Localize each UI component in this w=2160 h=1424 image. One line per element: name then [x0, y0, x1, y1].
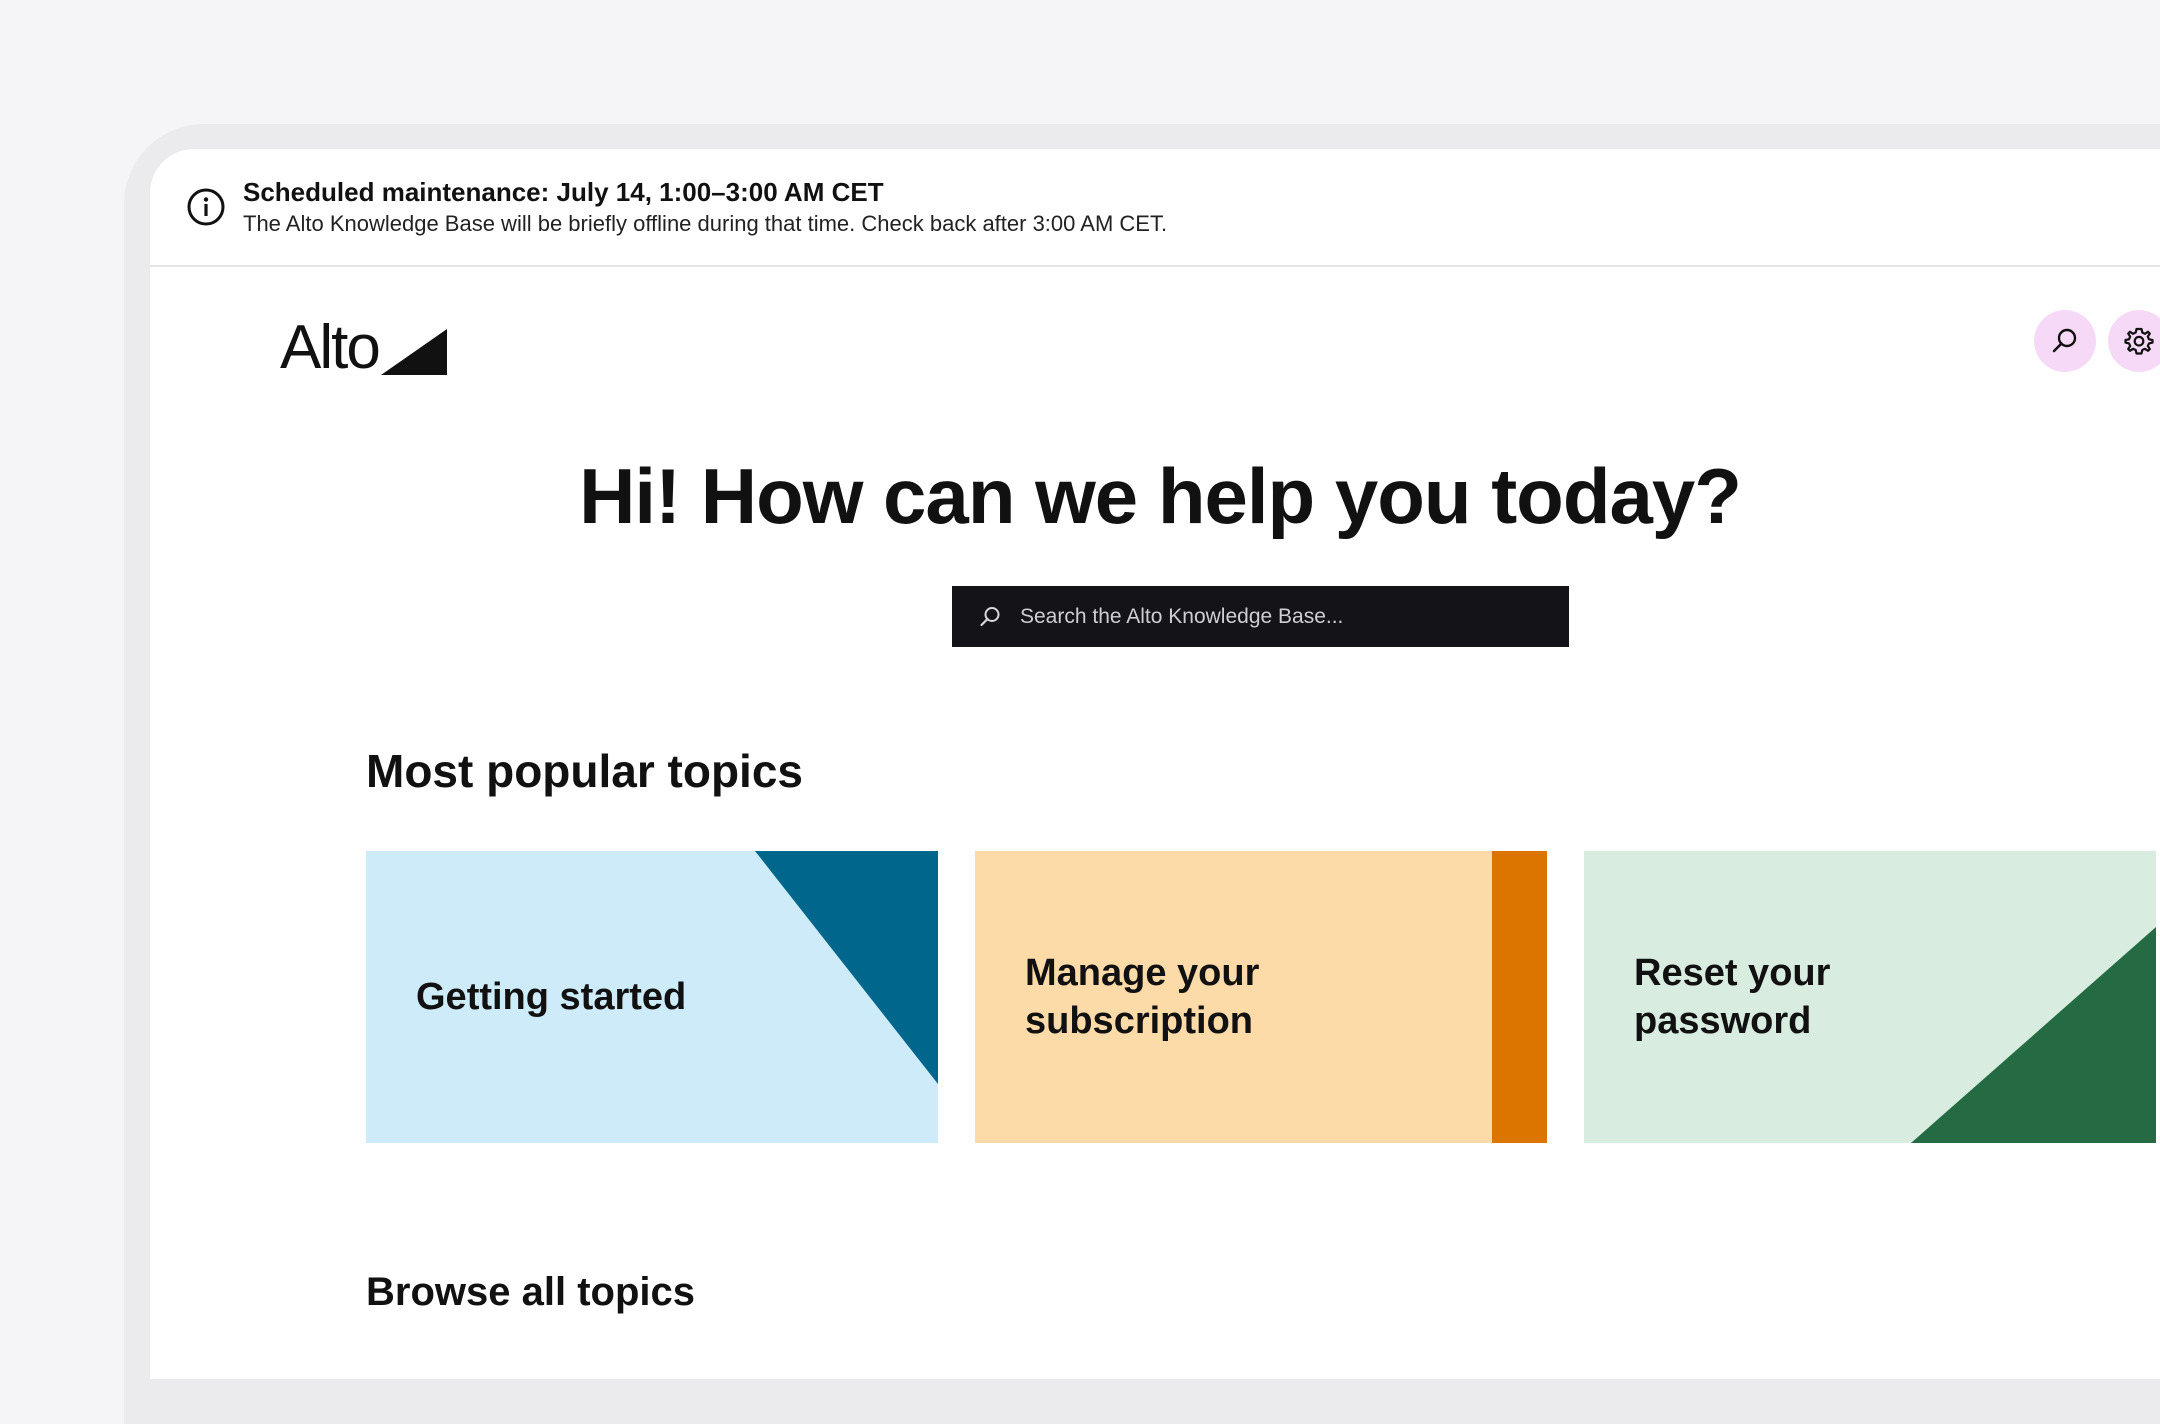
alto-logo[interactable]: Alto	[280, 309, 447, 379]
search-icon	[2052, 328, 2077, 353]
search-icon	[980, 606, 1000, 626]
app-screen: Scheduled maintenance: July 14, 1:00–3:0…	[150, 149, 2160, 1379]
browse-topics-heading: Browse all topics	[366, 1270, 695, 1314]
topic-card-label: Manage your subscription	[1025, 952, 1260, 1042]
topic-card-label: Reset your password	[1634, 952, 1831, 1042]
popular-topics-heading: Most popular topics	[366, 745, 803, 797]
triangle-logo-mark	[380, 329, 447, 375]
topic-card-reset-password[interactable]: Reset your password	[1584, 851, 2156, 1143]
gear-icon	[2124, 327, 2154, 355]
search-button[interactable]	[2034, 310, 2096, 372]
settings-button[interactable]	[2108, 310, 2160, 372]
banner-title: Scheduled maintenance: July 14, 1:00–3:0…	[243, 177, 884, 207]
maintenance-banner: Scheduled maintenance: July 14, 1:00–3:0…	[150, 149, 2160, 267]
topic-card-getting-started[interactable]: Getting started	[366, 851, 938, 1143]
topic-card-manage-subscription[interactable]: Manage your subscription	[975, 851, 1547, 1143]
search-input[interactable]	[1018, 603, 1562, 630]
banner-message: The Alto Knowledge Base will be briefly …	[243, 211, 1168, 236]
logo-text: Alto	[280, 313, 381, 382]
topic-card-label: Getting started	[416, 976, 687, 1018]
search-bar[interactable]	[952, 586, 1569, 647]
page-title: Hi! How can we help you today?	[579, 452, 1742, 540]
info-icon	[187, 188, 225, 226]
